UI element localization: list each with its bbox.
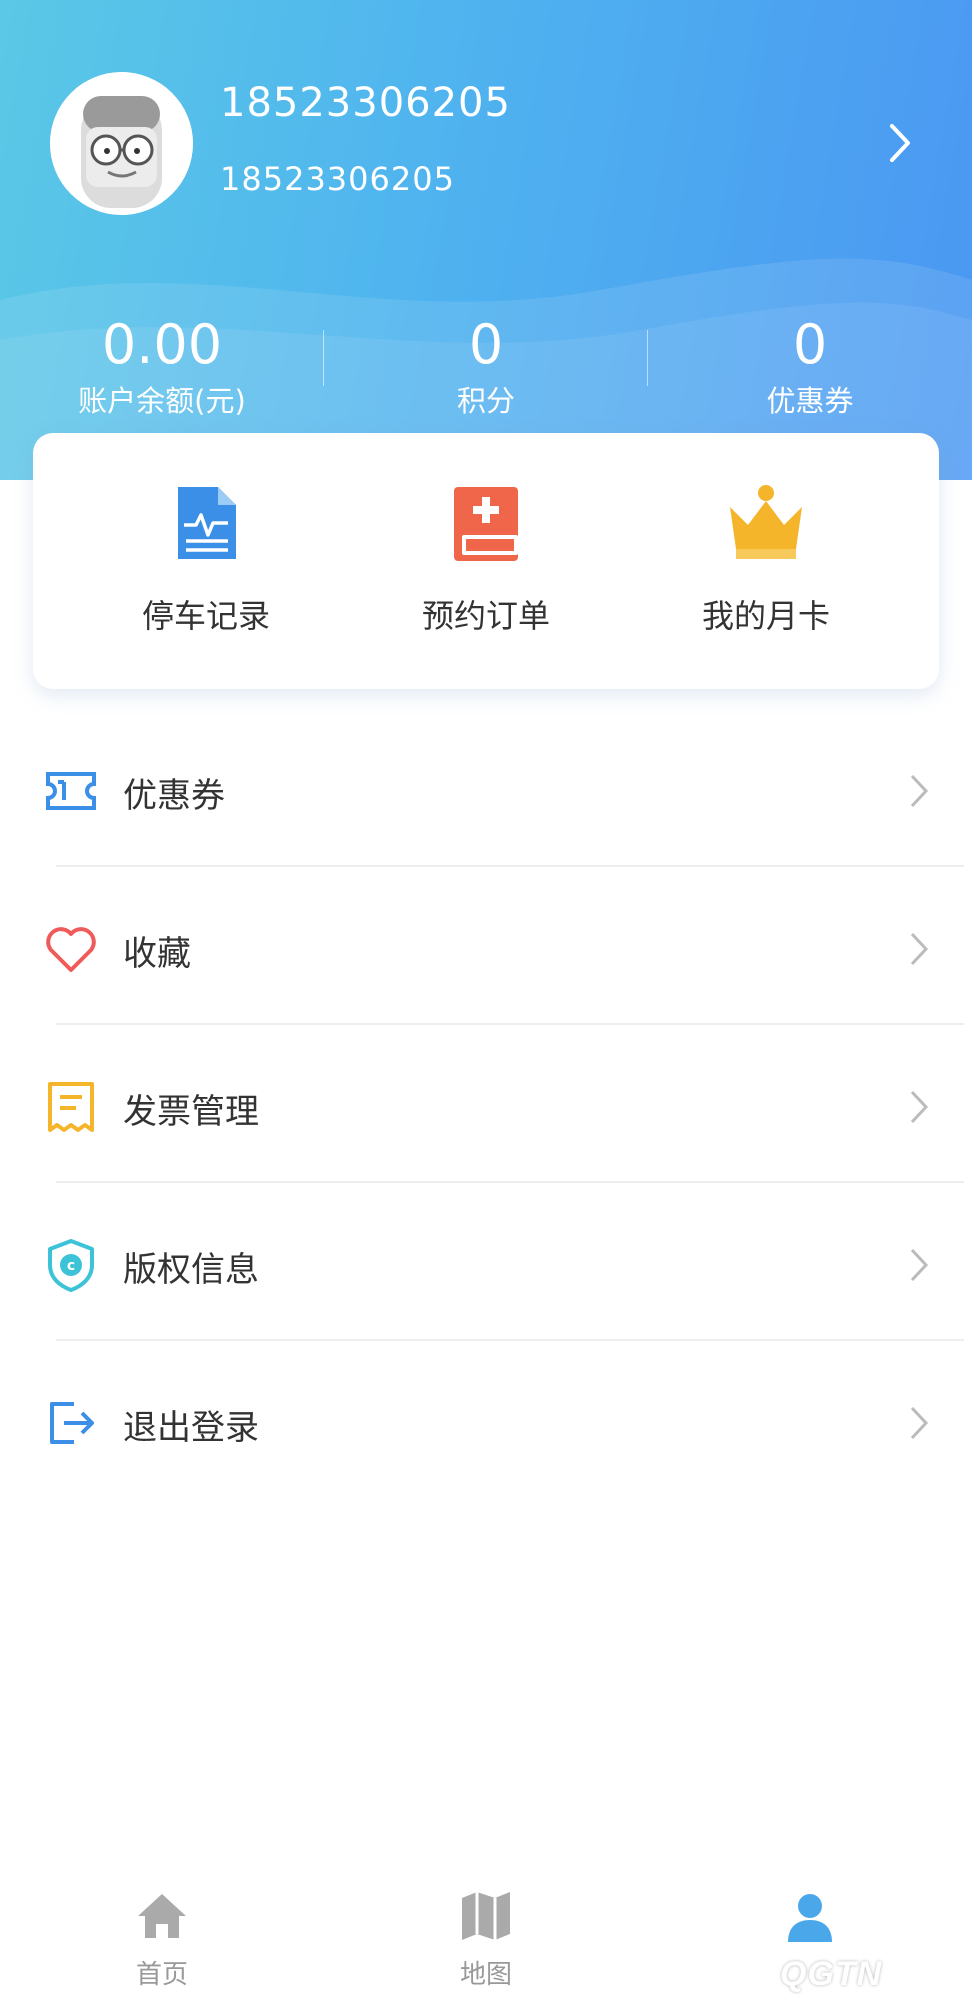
- tab-label: 地图: [459, 1960, 512, 1990]
- default-avatar-icon: [50, 72, 193, 215]
- tab-label: 首页: [135, 1960, 188, 1990]
- menu-item-logout[interactable]: 退出登录: [0, 1356, 972, 1514]
- menu-item-copyright[interactable]: c 版权信息: [0, 1198, 972, 1356]
- map-icon: [462, 1892, 510, 1940]
- menu-item-invoices[interactable]: 发票管理: [0, 1040, 972, 1198]
- menu-item-label: 版权信息: [123, 1250, 259, 1290]
- user-icon: [788, 1894, 832, 1942]
- parking-record-icon: [178, 487, 236, 559]
- quick-actions-card: 停车记录 预约订单 我的月卡: [33, 433, 939, 689]
- reservation-order-icon: [454, 487, 518, 561]
- menu-item-label: 退出登录: [123, 1408, 259, 1448]
- divider: [56, 865, 964, 867]
- watermark: QGTN: [780, 1955, 883, 1993]
- settings-menu: 优惠券 收藏 发票管理 c 版权信息 退出登录: [0, 724, 972, 1514]
- points-label: 积分: [456, 384, 515, 418]
- coupons-value: 0: [792, 313, 828, 376]
- chevron-right-icon: [910, 1090, 929, 1124]
- quick-action-label: 停车记录: [141, 597, 270, 635]
- balance-value: 0.00: [101, 313, 223, 376]
- home-icon: [138, 1894, 186, 1938]
- stat-coupons[interactable]: 0 优惠券: [648, 310, 972, 422]
- ticket-icon: [46, 772, 96, 810]
- quick-action-reservation[interactable]: 预约订单: [346, 433, 626, 689]
- menu-item-label: 收藏: [123, 934, 191, 974]
- quick-action-parking-record[interactable]: 停车记录: [66, 433, 346, 689]
- quick-action-label: 预约订单: [421, 597, 550, 635]
- divider: [56, 1181, 964, 1183]
- chevron-right-icon[interactable]: [880, 118, 920, 168]
- avatar[interactable]: [50, 72, 193, 215]
- chevron-right-icon: [910, 932, 929, 966]
- profile-header: 18523306205 18523306205 0.00 账户余额(元) 0 积…: [0, 0, 972, 480]
- quick-action-label: 我的月卡: [701, 597, 830, 635]
- divider: [56, 1339, 964, 1341]
- menu-item-coupons[interactable]: 优惠券: [0, 724, 972, 882]
- svg-text:c: c: [67, 1258, 75, 1274]
- quick-action-monthly-card[interactable]: 我的月卡: [626, 433, 906, 689]
- account-stats: 0.00 账户余额(元) 0 积分 0 优惠券: [0, 310, 972, 430]
- balance-label: 账户余额(元): [78, 384, 246, 418]
- menu-item-label: 优惠券: [123, 776, 225, 816]
- menu-item-label: 发票管理: [123, 1092, 259, 1132]
- chevron-right-icon: [910, 1406, 929, 1440]
- invoice-icon: [48, 1082, 94, 1132]
- divider: [56, 1023, 964, 1025]
- copyright-shield-icon: c: [48, 1239, 94, 1292]
- logout-icon: [50, 1402, 94, 1444]
- stat-balance[interactable]: 0.00 账户余额(元): [0, 310, 324, 422]
- phone-number: 18523306205: [220, 160, 455, 198]
- coupons-label: 优惠券: [766, 384, 854, 418]
- points-value: 0: [468, 313, 504, 376]
- crown-icon: [730, 485, 802, 559]
- username: 18523306205: [220, 80, 511, 126]
- stat-points[interactable]: 0 积分: [324, 310, 648, 422]
- heart-icon: [46, 927, 96, 972]
- chevron-right-icon: [910, 1248, 929, 1282]
- tab-map[interactable]: 地图: [386, 1876, 586, 2003]
- tab-home[interactable]: 首页: [62, 1876, 262, 2003]
- chevron-right-icon: [910, 774, 929, 808]
- menu-item-favorites[interactable]: 收藏: [0, 882, 972, 1040]
